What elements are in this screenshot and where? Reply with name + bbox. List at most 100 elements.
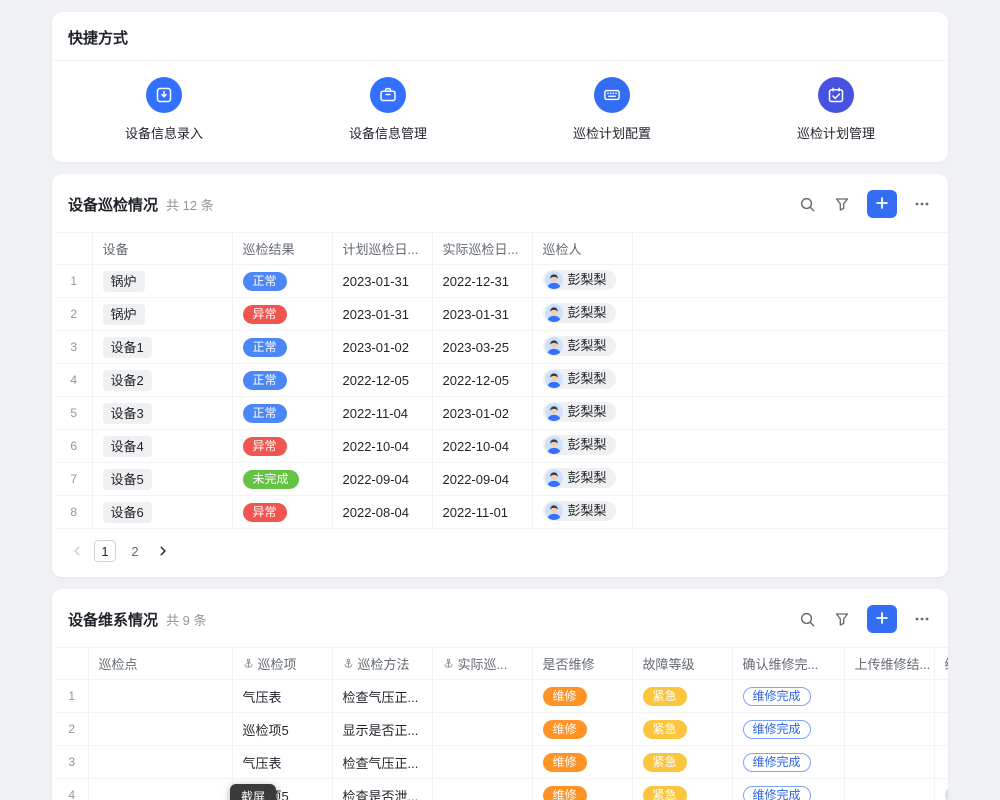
- fault-level-cell[interactable]: 紧急: [632, 713, 732, 746]
- column-header[interactable]: 确认维修完...: [732, 648, 844, 680]
- column-header[interactable]: 计划巡检日...: [332, 233, 432, 265]
- column-header[interactable]: 巡检人: [532, 233, 632, 265]
- table-row[interactable]: 4设备2正常2022-12-052022-12-05彭梨梨: [56, 364, 948, 397]
- inspection-point-cell[interactable]: [88, 746, 232, 779]
- planned-date-cell[interactable]: 2022-08-04: [332, 496, 432, 529]
- page-button-2[interactable]: 2: [124, 540, 146, 562]
- inspector-cell[interactable]: 彭梨梨: [532, 331, 632, 364]
- table-row[interactable]: 4巡检项5检查是否泄...维修紧急维修完成: [56, 779, 948, 800]
- device-cell[interactable]: 设备5: [92, 463, 232, 496]
- actual-date-cell[interactable]: 2023-01-31: [432, 298, 532, 331]
- planned-date-cell[interactable]: 2023-01-02: [332, 331, 432, 364]
- upload-result-cell[interactable]: [844, 779, 934, 800]
- inspection-point-cell[interactable]: [88, 779, 232, 800]
- planned-date-cell[interactable]: 2022-12-05: [332, 364, 432, 397]
- fault-level-cell[interactable]: 紧急: [632, 779, 732, 800]
- device-cell[interactable]: 锅炉: [92, 298, 232, 331]
- device-cell[interactable]: 设备2: [92, 364, 232, 397]
- result-cell[interactable]: 正常: [232, 397, 332, 430]
- result-cell[interactable]: 正常: [232, 331, 332, 364]
- search-icon[interactable]: [797, 609, 817, 629]
- inspection-item-cell[interactable]: 气压表: [232, 746, 332, 779]
- result-cell[interactable]: 正常: [232, 265, 332, 298]
- planned-date-cell[interactable]: 2022-09-04: [332, 463, 432, 496]
- inspector-cell[interactable]: 彭梨梨: [532, 397, 632, 430]
- shortcut-plan-manage[interactable]: 巡检计划管理: [724, 77, 948, 142]
- result-cell[interactable]: 正常: [232, 364, 332, 397]
- actual-date-cell[interactable]: 2022-12-05: [432, 364, 532, 397]
- result-cell[interactable]: 异常: [232, 430, 332, 463]
- confirm-repair-cell[interactable]: 维修完成: [732, 680, 844, 713]
- planned-date-cell[interactable]: 2023-01-31: [332, 298, 432, 331]
- extra-cell[interactable]: [934, 713, 948, 746]
- shortcut-device-info-manage[interactable]: 设备信息管理: [276, 77, 500, 142]
- inspector-cell[interactable]: 彭梨梨: [532, 265, 632, 298]
- device-cell[interactable]: 锅炉: [92, 265, 232, 298]
- actual-cell[interactable]: [432, 680, 532, 713]
- column-header[interactable]: 巡检点: [88, 648, 232, 680]
- fault-level-cell[interactable]: 紧急: [632, 680, 732, 713]
- actual-cell[interactable]: [432, 779, 532, 800]
- actual-date-cell[interactable]: 2022-12-31: [432, 265, 532, 298]
- table-row[interactable]: 6设备4异常2022-10-042022-10-04彭梨梨: [56, 430, 948, 463]
- inspection-point-cell[interactable]: [88, 713, 232, 746]
- confirm-repair-cell[interactable]: 维修完成: [732, 713, 844, 746]
- column-header[interactable]: 是否维修: [532, 648, 632, 680]
- add-record-button[interactable]: [867, 605, 897, 633]
- table-row[interactable]: 3气压表检查气压正...维修紧急维修完成: [56, 746, 948, 779]
- device-cell[interactable]: 设备3: [92, 397, 232, 430]
- shortcut-device-info-entry[interactable]: 设备信息录入: [52, 77, 276, 142]
- inspection-method-cell[interactable]: 显示是否正...: [332, 713, 432, 746]
- extra-cell[interactable]: [934, 680, 948, 713]
- actual-date-cell[interactable]: 2023-03-25: [432, 331, 532, 364]
- table-row[interactable]: 5设备3正常2022-11-042023-01-02彭梨梨: [56, 397, 948, 430]
- actual-date-cell[interactable]: 2022-09-04: [432, 463, 532, 496]
- table-row[interactable]: 1气压表检查气压正...维修紧急维修完成: [56, 680, 948, 713]
- actual-cell[interactable]: [432, 746, 532, 779]
- upload-result-cell[interactable]: [844, 713, 934, 746]
- inspection-method-cell[interactable]: 检查气压正...: [332, 746, 432, 779]
- fault-level-cell[interactable]: 紧急: [632, 746, 732, 779]
- repair-cell[interactable]: 维修: [532, 746, 632, 779]
- table-row[interactable]: 1锅炉正常2023-01-312022-12-31彭梨梨: [56, 265, 948, 298]
- inspector-cell[interactable]: 彭梨梨: [532, 430, 632, 463]
- planned-date-cell[interactable]: 2022-11-04: [332, 397, 432, 430]
- column-header[interactable]: 故障等级: [632, 648, 732, 680]
- inspector-cell[interactable]: 彭梨梨: [532, 463, 632, 496]
- result-cell[interactable]: 未完成: [232, 463, 332, 496]
- inspector-cell[interactable]: 彭梨梨: [532, 364, 632, 397]
- column-header[interactable]: 上传维修结...: [844, 648, 934, 680]
- inspector-cell[interactable]: 彭梨梨: [532, 298, 632, 331]
- pagination-next[interactable]: [154, 542, 172, 560]
- column-header[interactable]: 设备: [92, 233, 232, 265]
- filter-icon[interactable]: [832, 194, 852, 214]
- search-icon[interactable]: [797, 194, 817, 214]
- table-row[interactable]: 2巡检项5显示是否正...维修紧急维修完成: [56, 713, 948, 746]
- column-header[interactable]: 实际巡检日...: [432, 233, 532, 265]
- extra-cell[interactable]: [934, 746, 948, 779]
- device-cell[interactable]: 设备1: [92, 331, 232, 364]
- extra-cell[interactable]: [934, 779, 948, 800]
- inspection-item-cell[interactable]: 巡检项5: [232, 713, 332, 746]
- result-cell[interactable]: 异常: [232, 496, 332, 529]
- column-header[interactable]: 实际巡...: [432, 648, 532, 680]
- shortcut-plan-config[interactable]: 巡检计划配置: [500, 77, 724, 142]
- table-row[interactable]: 7设备5未完成2022-09-042022-09-04彭梨梨: [56, 463, 948, 496]
- table-row[interactable]: 8设备6异常2022-08-042022-11-01彭梨梨: [56, 496, 948, 529]
- actual-date-cell[interactable]: 2023-01-02: [432, 397, 532, 430]
- planned-date-cell[interactable]: 2022-10-04: [332, 430, 432, 463]
- inspection-point-cell[interactable]: [88, 680, 232, 713]
- actual-date-cell[interactable]: 2022-11-01: [432, 496, 532, 529]
- result-cell[interactable]: 异常: [232, 298, 332, 331]
- actual-cell[interactable]: [432, 713, 532, 746]
- confirm-repair-cell[interactable]: 维修完成: [732, 779, 844, 800]
- more-icon[interactable]: [912, 194, 932, 214]
- planned-date-cell[interactable]: 2023-01-31: [332, 265, 432, 298]
- repair-cell[interactable]: 维修: [532, 680, 632, 713]
- inspector-cell[interactable]: 彭梨梨: [532, 496, 632, 529]
- confirm-repair-cell[interactable]: 维修完成: [732, 746, 844, 779]
- device-cell[interactable]: 设备4: [92, 430, 232, 463]
- column-header[interactable]: 巡检结果: [232, 233, 332, 265]
- inspection-method-cell[interactable]: 检查是否泄...: [332, 779, 432, 800]
- upload-result-cell[interactable]: [844, 680, 934, 713]
